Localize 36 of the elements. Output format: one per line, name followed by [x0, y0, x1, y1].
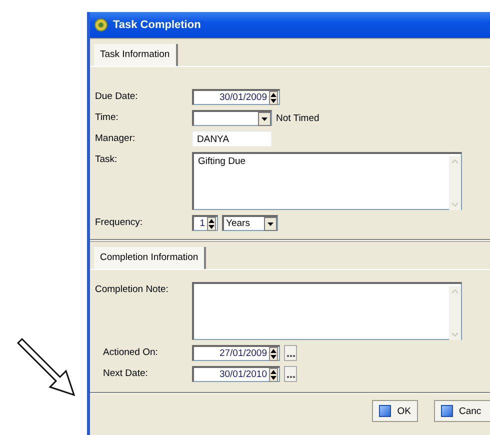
- window-title: Task Completion: [113, 19, 201, 31]
- date-field[interactable]: 30/01/2010: [192, 366, 280, 382]
- field-label: Manager:: [95, 132, 136, 146]
- spinner-icon[interactable]: [269, 368, 278, 382]
- scrollbar[interactable]: [449, 286, 461, 340]
- text-field[interactable]: DANYA: [192, 131, 272, 147]
- field-label: Due Date:: [95, 90, 139, 104]
- browse-button[interactable]: [284, 366, 297, 382]
- field-label: Task:: [95, 153, 118, 167]
- spinner-icon[interactable]: [269, 90, 278, 104]
- tab[interactable]: Completion Information: [94, 247, 206, 269]
- dropdown-icon[interactable]: [258, 112, 271, 126]
- spinner-icon[interactable]: [269, 346, 278, 360]
- browse-button[interactable]: [284, 345, 297, 361]
- text-area[interactable]: [192, 282, 462, 340]
- unit-dropdown[interactable]: Years: [222, 215, 278, 231]
- date-field[interactable]: 30/01/2009: [192, 89, 280, 105]
- text-area[interactable]: Gifting Due: [192, 152, 462, 210]
- field-label: Actioned On:: [102, 346, 159, 360]
- number-field[interactable]: 1: [192, 215, 218, 231]
- time-dropdown[interactable]: [192, 110, 272, 126]
- field-note: Not Timed: [276, 112, 320, 124]
- dialog-button[interactable]: OK: [372, 400, 418, 422]
- app-icon: [94, 18, 108, 32]
- button-icon: [441, 405, 453, 417]
- dialog-button[interactable]: Canc: [434, 400, 490, 422]
- tab[interactable]: Task Information: [94, 44, 178, 66]
- button-icon: [379, 405, 392, 417]
- scrollbar[interactable]: [449, 156, 461, 210]
- field-label: Time:: [95, 111, 120, 125]
- field-label: Completion Note:: [95, 283, 170, 297]
- field-label: Frequency:: [95, 216, 144, 230]
- spinner-icon[interactable]: [207, 216, 216, 230]
- dropdown-icon[interactable]: [264, 216, 277, 230]
- field-label: Next Date:: [102, 367, 149, 381]
- date-field[interactable]: 27/01/2009: [192, 345, 280, 361]
